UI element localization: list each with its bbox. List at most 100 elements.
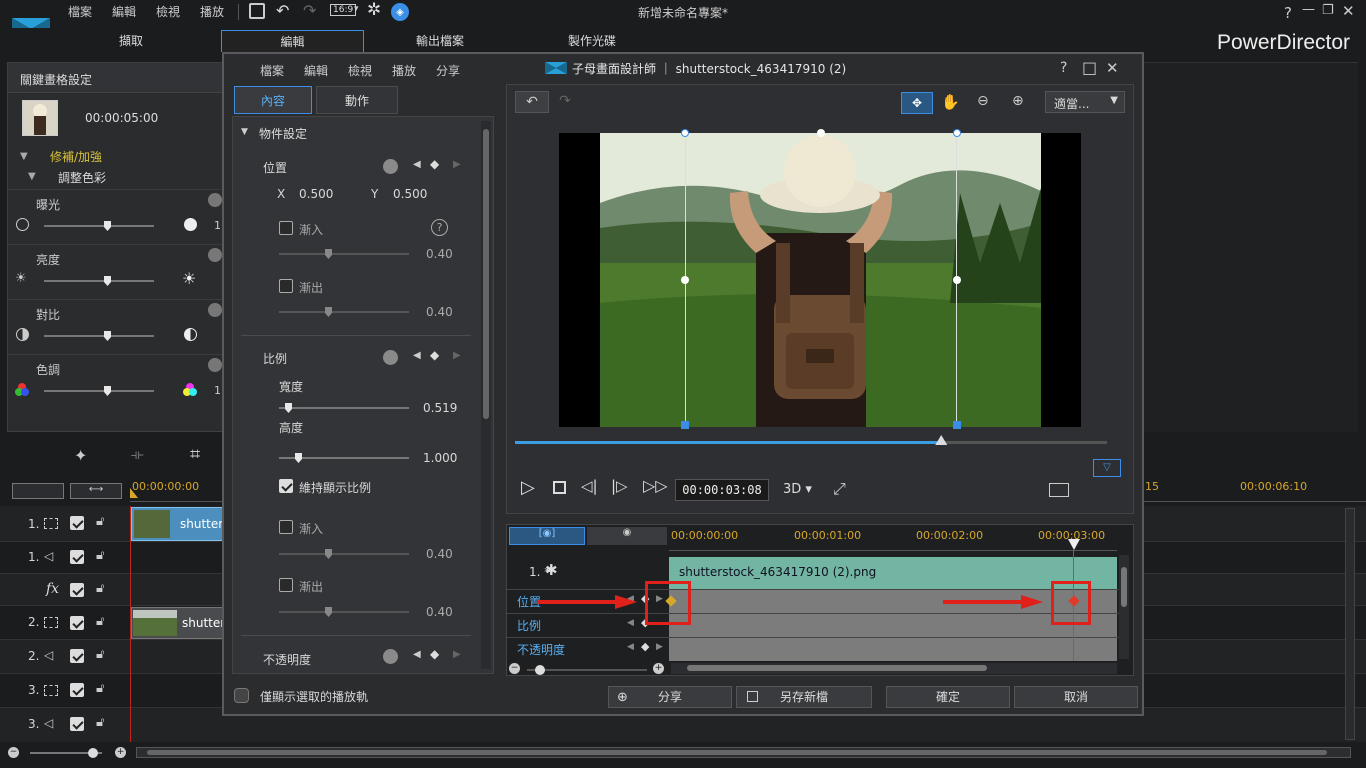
next-keyframe-icon[interactable]: ▶ <box>453 350 461 361</box>
scale-clock-icon[interactable] <box>383 350 398 365</box>
close-button[interactable]: ✕ <box>1342 2 1355 20</box>
section-enhance[interactable]: 修補/加強 <box>50 148 102 165</box>
resize-handle[interactable] <box>681 129 689 137</box>
dialog-menu-share[interactable]: 分享 <box>436 62 460 79</box>
fit-timeline-button[interactable]: ⟷ <box>70 483 122 499</box>
section-expand-icon[interactable]: ▼ <box>20 151 28 162</box>
dialog-menu-view[interactable]: 檢視 <box>348 62 372 79</box>
dialog-maximize-button[interactable]: □ <box>1082 58 1097 77</box>
track-enable-checkbox[interactable] <box>70 516 84 530</box>
menu-edit[interactable]: 編輯 <box>112 3 136 20</box>
time-view-button[interactable]: ◉ <box>587 527 667 545</box>
help-button[interactable]: ? <box>1284 4 1292 22</box>
maximize-button[interactable]: ❐ <box>1322 3 1334 18</box>
scale-fade-in-slider[interactable] <box>279 549 409 559</box>
zoom-in-icon[interactable]: + <box>115 747 126 758</box>
tab-motion[interactable]: 動作 <box>316 86 398 114</box>
menu-view[interactable]: 檢視 <box>156 3 180 20</box>
redo-button[interactable]: ↷ <box>551 91 579 113</box>
zoom-out-icon[interactable]: − <box>8 747 19 758</box>
kf-vscroll[interactable] <box>1119 555 1129 659</box>
tab-properties[interactable]: 內容 <box>234 86 312 114</box>
subsection-color[interactable]: 調整色彩 <box>58 169 106 186</box>
add-keyframe-icon[interactable]: ◆ <box>430 348 439 362</box>
prev-keyframe-icon[interactable]: ◀ <box>627 642 634 652</box>
zoom-select[interactable]: 適當... ▼ <box>1045 91 1125 113</box>
track-enable-checkbox[interactable] <box>70 717 84 731</box>
selection-frame[interactable] <box>685 133 957 427</box>
timeline-vscroll[interactable] <box>1345 508 1355 740</box>
preview-progress-thumb[interactable] <box>935 435 948 445</box>
prev-keyframe-icon[interactable]: ◀ <box>627 618 634 628</box>
kf-hscroll[interactable] <box>671 663 1117 674</box>
kf-row-label-scale[interactable]: 比例 <box>517 617 541 634</box>
crop-icon[interactable]: ⌗ <box>190 444 200 465</box>
hand-tool-icon[interactable]: ✋ <box>941 93 960 111</box>
undo-icon[interactable]: ↶ <box>276 1 289 20</box>
scale-fade-out-checkbox[interactable] <box>279 578 293 592</box>
tab-disc[interactable]: 製作光碟 <box>537 30 647 52</box>
scale-fade-out-slider[interactable] <box>279 607 409 617</box>
playback-timecode[interactable]: 00:00:03:08 <box>675 479 769 501</box>
fullscreen-icon[interactable]: ⤢ <box>833 479 846 499</box>
next-keyframe-icon[interactable]: ▶ <box>453 159 461 170</box>
tab-capture[interactable]: 擷取 <box>76 30 186 52</box>
track-enable-checkbox[interactable] <box>70 683 84 697</box>
position-clock-icon[interactable] <box>383 159 398 174</box>
keep-ratio-checkbox[interactable] <box>279 479 293 493</box>
undo-button[interactable]: ↶ <box>515 91 549 113</box>
aspect-ratio-select[interactable]: 16:9 <box>330 4 357 16</box>
fade-in-checkbox[interactable] <box>279 221 293 235</box>
hue-slider[interactable] <box>44 386 154 396</box>
keyframe-view-button[interactable]: [◉] <box>509 527 585 545</box>
settings-scrollbar[interactable] <box>481 121 491 669</box>
resize-handle[interactable] <box>953 129 961 137</box>
next-keyframe-icon[interactable]: ▶ <box>656 642 663 652</box>
track-enable-checkbox[interactable] <box>70 616 84 630</box>
add-keyframe-icon[interactable]: ◆ <box>641 640 649 653</box>
gear-icon[interactable]: ✲ <box>367 0 381 20</box>
preview-progress-track[interactable] <box>515 435 1107 445</box>
fade-in-slider[interactable] <box>279 249 409 259</box>
dialog-menu-file[interactable]: 檔案 <box>260 62 284 79</box>
chevron-down-icon[interactable]: ▾ <box>354 4 359 14</box>
play-icon[interactable]: ▷ <box>521 477 535 498</box>
keyframe-clock-icon[interactable] <box>208 248 222 262</box>
split-icon[interactable]: ⟛ <box>131 447 144 463</box>
track-enable-checkbox[interactable] <box>70 583 84 597</box>
share-button[interactable]: ⊕ 分享 <box>608 686 732 708</box>
fade-out-checkbox[interactable] <box>279 279 293 293</box>
stop-icon[interactable] <box>553 481 566 494</box>
dialog-help-button[interactable]: ? <box>1060 60 1067 76</box>
lock-icon[interactable]: 🔓︎ <box>96 647 104 662</box>
move-tool-button[interactable]: ✥ <box>901 92 933 114</box>
subsection-expand-icon[interactable]: ▼ <box>28 171 36 182</box>
timeline-clip[interactable]: shutters <box>131 507 229 541</box>
ok-button[interactable]: 確定 <box>886 686 1010 708</box>
height-slider[interactable] <box>279 453 409 463</box>
lock-icon[interactable]: 🔓︎ <box>96 548 104 563</box>
redo-icon[interactable]: ↷ <box>303 1 316 20</box>
zoom-out-icon[interactable]: ⊖ <box>977 93 989 109</box>
kf-clip[interactable]: shutterstock_463417910 (2).png <box>669 557 1117 589</box>
brightness-slider[interactable] <box>44 276 154 286</box>
kf-zoom-slider[interactable] <box>527 665 647 675</box>
lock-icon[interactable]: 🔓︎ <box>96 514 104 529</box>
resize-handle[interactable] <box>681 421 689 429</box>
resize-handle[interactable] <box>681 276 689 284</box>
monitor-icon[interactable] <box>1049 483 1069 497</box>
cancel-button[interactable]: 取消 <box>1014 686 1138 708</box>
notification-icon[interactable]: ◈ <box>391 3 409 21</box>
section-expand-icon[interactable]: ▼ <box>241 127 248 137</box>
zoom-slider[interactable] <box>30 748 102 758</box>
keyframe-clock-icon[interactable] <box>208 193 222 207</box>
dialog-menu-edit[interactable]: 編輯 <box>304 62 328 79</box>
resize-handle[interactable] <box>953 421 961 429</box>
3d-mode-button[interactable]: 3D ▾ <box>783 482 812 497</box>
position-x-value[interactable]: 0.500 <box>299 187 333 201</box>
only-selected-checkbox[interactable] <box>234 688 249 703</box>
position-y-value[interactable]: 0.500 <box>393 187 427 201</box>
track-enable-checkbox[interactable] <box>70 649 84 663</box>
prev-keyframe-icon[interactable]: ◀ <box>413 649 421 660</box>
track-enable-checkbox[interactable] <box>70 550 84 564</box>
